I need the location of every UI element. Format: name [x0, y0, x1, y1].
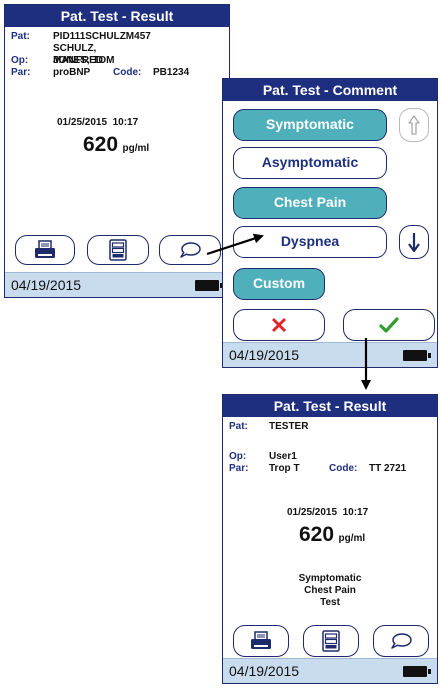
result-value: 620 [83, 133, 119, 156]
status-date: 04/19/2015 [229, 347, 300, 363]
op-value: User1 [269, 451, 297, 462]
pat-label: Pat: [11, 31, 30, 42]
pat-row: Pat: TESTER [229, 421, 308, 432]
confirm-button[interactable] [343, 309, 435, 341]
op-value: JONES, TOM [53, 55, 115, 66]
print-button[interactable] [15, 235, 75, 265]
par-label: Par: [229, 463, 249, 474]
comment-button[interactable] [373, 625, 429, 657]
comment-option-custom[interactable]: Custom [233, 268, 325, 300]
result: 620 pg/ml [299, 523, 365, 547]
list-button[interactable] [303, 625, 359, 657]
code-value: PB1234 [153, 67, 190, 78]
code-label: Code: [329, 463, 358, 474]
comment-option-chest-pain[interactable]: Chest Pain [233, 187, 387, 219]
result-unit: pg/ml [122, 143, 150, 154]
pat-value: TESTER [269, 421, 309, 432]
comment-summary: Symptomatic Chest Pain Test [223, 573, 437, 609]
comment-option-dyspnea[interactable]: Dyspnea [233, 226, 387, 258]
scroll-up-button[interactable] [399, 108, 429, 142]
screen-title: Pat. Test - Result [223, 395, 437, 417]
comment-icon [391, 633, 412, 649]
screen-title: Pat. Test - Comment [223, 79, 437, 101]
battery-icon [403, 350, 431, 361]
status-bar: 04/19/2015 [223, 658, 437, 683]
scroll-down-button[interactable] [399, 225, 429, 259]
test-datetime: 01/25/2015 10:17 [287, 507, 369, 518]
screen-title: Pat. Test - Result [5, 5, 229, 27]
comment-line: Symptomatic [298, 573, 362, 584]
par-value: proBNP [53, 67, 91, 78]
op-label: Op: [229, 451, 247, 462]
comment-button[interactable] [159, 235, 221, 265]
comment-option-asymptomatic[interactable]: Asymptomatic [233, 147, 387, 179]
patient-info: Pat: PID111SCHULZM457 SCHULZ, MANFRED Op… [11, 31, 189, 79]
result-screen-2: Pat. Test - Result Pat: TESTER Op: User1… [222, 394, 438, 684]
list-button[interactable] [87, 235, 149, 265]
confirm-check-icon [379, 317, 399, 333]
op-row: Op: User1 [229, 451, 297, 462]
par-row: Par: Trop T Code: TT 2721 [229, 463, 429, 474]
status-date: 04/19/2015 [229, 663, 300, 679]
printer-icon [35, 240, 55, 258]
op-label: Op: [11, 55, 29, 66]
status-date: 04/19/2015 [11, 277, 82, 293]
comment-line: Test [320, 597, 340, 608]
battery-icon [195, 280, 223, 291]
code-value: TT 2721 [369, 463, 407, 474]
battery-icon [403, 666, 431, 677]
comment-screen: Pat. Test - Comment Symptomatic Asymptom… [222, 78, 438, 368]
print-button[interactable] [233, 625, 289, 657]
cancel-x-icon [271, 317, 287, 333]
status-bar: 04/19/2015 [5, 272, 229, 297]
comment-line: Chest Pain [304, 585, 356, 596]
pat-label: Pat: [229, 421, 248, 432]
list-icon [109, 239, 127, 261]
par-value: Trop T [269, 463, 300, 474]
result: 620 pg/ml [83, 133, 149, 157]
cancel-button[interactable] [233, 309, 325, 341]
result-unit: pg/ml [338, 533, 366, 544]
code-label: Code: [113, 67, 142, 78]
test-datetime: 01/25/2015 10:17 [57, 117, 139, 128]
result-screen-1: Pat. Test - Result Pat: PID111SCHULZM457… [4, 4, 230, 298]
status-bar: 04/19/2015 [223, 342, 437, 367]
comment-icon [180, 242, 201, 258]
up-arrow-icon [408, 115, 420, 135]
list-icon [322, 630, 340, 652]
comment-option-symptomatic[interactable]: Symptomatic [233, 109, 387, 141]
down-arrow-icon [408, 233, 420, 253]
printer-icon [251, 631, 271, 649]
result-value: 620 [299, 523, 335, 546]
par-label: Par: [11, 67, 31, 78]
pat-id: PID111SCHULZM457 [53, 31, 151, 42]
